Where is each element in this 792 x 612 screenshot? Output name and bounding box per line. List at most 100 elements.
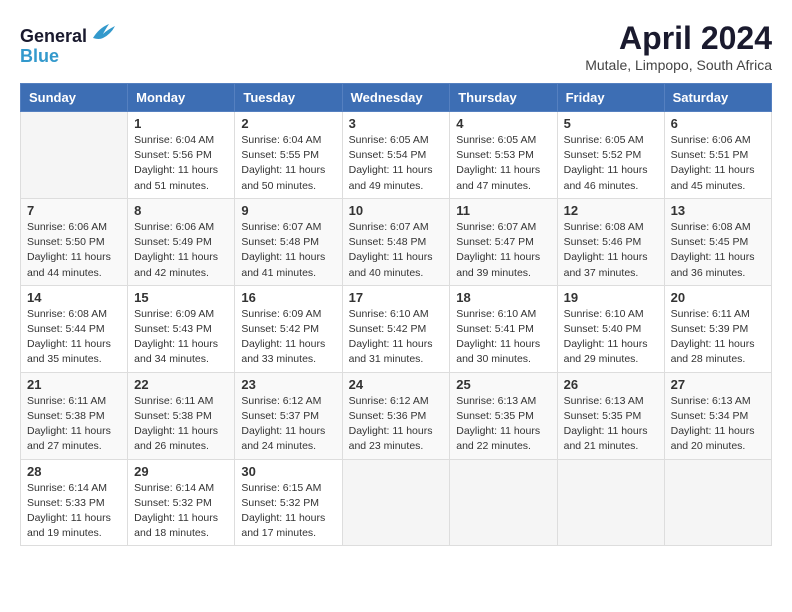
day-info: Sunrise: 6:09 AMSunset: 5:43 PMDaylight:… <box>134 307 228 368</box>
calendar-cell: 1 Sunrise: 6:04 AMSunset: 5:56 PMDaylight… <box>128 112 235 199</box>
day-number: 3 <box>349 116 444 131</box>
day-number: 2 <box>241 116 335 131</box>
calendar-cell <box>664 459 771 546</box>
calendar-cell: 18 Sunrise: 6:10 AMSunset: 5:41 PMDayligh… <box>450 285 557 372</box>
calendar-cell: 10 Sunrise: 6:07 AMSunset: 5:48 PMDayligh… <box>342 198 450 285</box>
day-number: 27 <box>671 377 765 392</box>
day-info: Sunrise: 6:14 AMSunset: 5:32 PMDaylight:… <box>134 481 228 542</box>
month-title: April 2024 <box>585 20 772 57</box>
day-info: Sunrise: 6:06 AMSunset: 5:49 PMDaylight:… <box>134 220 228 281</box>
weekday-header-friday: Friday <box>557 84 664 112</box>
title-block: April 2024 Mutale, Limpopo, South Africa <box>585 20 772 73</box>
weekday-header-sunday: Sunday <box>21 84 128 112</box>
day-info: Sunrise: 6:05 AMSunset: 5:54 PMDaylight:… <box>349 133 444 194</box>
day-info: Sunrise: 6:12 AMSunset: 5:37 PMDaylight:… <box>241 394 335 455</box>
calendar-cell <box>557 459 664 546</box>
day-info: Sunrise: 6:15 AMSunset: 5:32 PMDaylight:… <box>241 481 335 542</box>
day-number: 7 <box>27 203 121 218</box>
day-number: 21 <box>27 377 121 392</box>
weekday-header-thursday: Thursday <box>450 84 557 112</box>
day-info: Sunrise: 6:13 AMSunset: 5:35 PMDaylight:… <box>564 394 658 455</box>
weekday-header-wednesday: Wednesday <box>342 84 450 112</box>
day-info: Sunrise: 6:09 AMSunset: 5:42 PMDaylight:… <box>241 307 335 368</box>
calendar-cell: 28 Sunrise: 6:14 AMSunset: 5:33 PMDayligh… <box>21 459 128 546</box>
calendar-cell: 15 Sunrise: 6:09 AMSunset: 5:43 PMDayligh… <box>128 285 235 372</box>
day-info: Sunrise: 6:10 AMSunset: 5:41 PMDaylight:… <box>456 307 550 368</box>
day-number: 30 <box>241 464 335 479</box>
day-info: Sunrise: 6:04 AMSunset: 5:56 PMDaylight:… <box>134 133 228 194</box>
day-number: 13 <box>671 203 765 218</box>
day-number: 20 <box>671 290 765 305</box>
day-info: Sunrise: 6:07 AMSunset: 5:48 PMDaylight:… <box>349 220 444 281</box>
day-info: Sunrise: 6:06 AMSunset: 5:51 PMDaylight:… <box>671 133 765 194</box>
calendar-cell <box>450 459 557 546</box>
day-number: 28 <box>27 464 121 479</box>
location-text: Mutale, Limpopo, South Africa <box>585 57 772 73</box>
day-info: Sunrise: 6:07 AMSunset: 5:48 PMDaylight:… <box>241 220 335 281</box>
calendar-cell: 17 Sunrise: 6:10 AMSunset: 5:42 PMDayligh… <box>342 285 450 372</box>
calendar-cell: 7 Sunrise: 6:06 AMSunset: 5:50 PMDaylight… <box>21 198 128 285</box>
day-number: 15 <box>134 290 228 305</box>
day-number: 16 <box>241 290 335 305</box>
calendar-cell: 14Sunrise: 6:08 AMSunset: 5:44 PMDayligh… <box>21 285 128 372</box>
day-info: Sunrise: 6:10 AMSunset: 5:42 PMDaylight:… <box>349 307 444 368</box>
calendar-cell: 9 Sunrise: 6:07 AMSunset: 5:48 PMDaylight… <box>235 198 342 285</box>
page-header: General Blue April 2024 Mutale, Limpopo,… <box>20 20 772 73</box>
calendar-cell: 24 Sunrise: 6:12 AMSunset: 5:36 PMDayligh… <box>342 372 450 459</box>
calendar-cell <box>342 459 450 546</box>
calendar-cell: 20Sunrise: 6:11 AMSunset: 5:39 PMDayligh… <box>664 285 771 372</box>
day-number: 22 <box>134 377 228 392</box>
calendar-cell: 12 Sunrise: 6:08 AMSunset: 5:46 PMDayligh… <box>557 198 664 285</box>
day-info: Sunrise: 6:13 AMSunset: 5:34 PMDaylight:… <box>671 394 765 455</box>
day-number: 18 <box>456 290 550 305</box>
day-number: 4 <box>456 116 550 131</box>
day-info: Sunrise: 6:08 AMSunset: 5:45 PMDaylight:… <box>671 220 765 281</box>
calendar-cell: 19Sunrise: 6:10 AMSunset: 5:40 PMDayligh… <box>557 285 664 372</box>
day-number: 29 <box>134 464 228 479</box>
day-number: 9 <box>241 203 335 218</box>
day-number: 26 <box>564 377 658 392</box>
calendar-cell: 25 Sunrise: 6:13 AMSunset: 5:35 PMDayligh… <box>450 372 557 459</box>
day-info: Sunrise: 6:04 AMSunset: 5:55 PMDaylight:… <box>241 133 335 194</box>
calendar-cell <box>21 112 128 199</box>
day-info: Sunrise: 6:05 AMSunset: 5:52 PMDaylight:… <box>564 133 658 194</box>
day-info: Sunrise: 6:13 AMSunset: 5:35 PMDaylight:… <box>456 394 550 455</box>
day-number: 19 <box>564 290 658 305</box>
logo-text: General <box>20 20 117 47</box>
day-info: Sunrise: 6:08 AMSunset: 5:46 PMDaylight:… <box>564 220 658 281</box>
day-info: Sunrise: 6:11 AMSunset: 5:38 PMDaylight:… <box>27 394 121 455</box>
day-number: 24 <box>349 377 444 392</box>
calendar-cell: 2 Sunrise: 6:04 AMSunset: 5:55 PMDaylight… <box>235 112 342 199</box>
calendar-cell: 13 Sunrise: 6:08 AMSunset: 5:45 PMDayligh… <box>664 198 771 285</box>
calendar-cell: 11Sunrise: 6:07 AMSunset: 5:47 PMDayligh… <box>450 198 557 285</box>
calendar-cell: 8 Sunrise: 6:06 AMSunset: 5:49 PMDaylight… <box>128 198 235 285</box>
calendar-cell: 5 Sunrise: 6:05 AMSunset: 5:52 PMDaylight… <box>557 112 664 199</box>
day-info: Sunrise: 6:06 AMSunset: 5:50 PMDaylight:… <box>27 220 121 281</box>
logo: General Blue <box>20 20 117 67</box>
day-number: 12 <box>564 203 658 218</box>
day-number: 10 <box>349 203 444 218</box>
calendar-cell: 4 Sunrise: 6:05 AMSunset: 5:53 PMDaylight… <box>450 112 557 199</box>
calendar-cell: 3 Sunrise: 6:05 AMSunset: 5:54 PMDaylight… <box>342 112 450 199</box>
day-number: 17 <box>349 290 444 305</box>
day-number: 6 <box>671 116 765 131</box>
logo-bird-icon <box>89 20 117 42</box>
calendar-cell: 21 Sunrise: 6:11 AMSunset: 5:38 PMDayligh… <box>21 372 128 459</box>
weekday-header-saturday: Saturday <box>664 84 771 112</box>
day-number: 25 <box>456 377 550 392</box>
calendar-cell: 27 Sunrise: 6:13 AMSunset: 5:34 PMDayligh… <box>664 372 771 459</box>
day-number: 8 <box>134 203 228 218</box>
calendar-cell: 30 Sunrise: 6:15 AMSunset: 5:32 PMDayligh… <box>235 459 342 546</box>
day-info: Sunrise: 6:05 AMSunset: 5:53 PMDaylight:… <box>456 133 550 194</box>
day-number: 5 <box>564 116 658 131</box>
day-info: Sunrise: 6:12 AMSunset: 5:36 PMDaylight:… <box>349 394 444 455</box>
weekday-header-tuesday: Tuesday <box>235 84 342 112</box>
day-info: Sunrise: 6:14 AMSunset: 5:33 PMDaylight:… <box>27 481 121 542</box>
day-number: 1 <box>134 116 228 131</box>
calendar-cell: 22Sunrise: 6:11 AMSunset: 5:38 PMDayligh… <box>128 372 235 459</box>
calendar-cell: 16 Sunrise: 6:09 AMSunset: 5:42 PMDayligh… <box>235 285 342 372</box>
calendar-cell: 6 Sunrise: 6:06 AMSunset: 5:51 PMDaylight… <box>664 112 771 199</box>
day-number: 23 <box>241 377 335 392</box>
weekday-header-monday: Monday <box>128 84 235 112</box>
calendar-cell: 26 Sunrise: 6:13 AMSunset: 5:35 PMDayligh… <box>557 372 664 459</box>
